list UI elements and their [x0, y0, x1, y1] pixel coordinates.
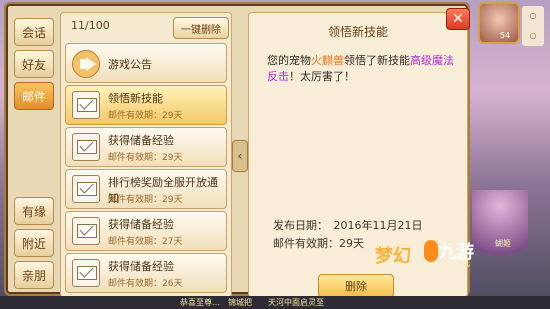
mail-validity: 邮件有效期：26天	[108, 279, 183, 289]
mail-title: 领悟新技能	[108, 92, 163, 105]
close-icon[interactable]: ✕	[446, 8, 470, 30]
delete-all-button[interactable]: 一键删除	[173, 17, 229, 39]
mail-item-rank-reward[interactable]: 排行榜奖励全服开放通知 邮件有效期：29天	[65, 169, 227, 209]
delete-button[interactable]: 删除	[318, 274, 394, 298]
tab-chat[interactable]: 会话	[14, 18, 54, 46]
pet-name: 火麒兽	[311, 54, 344, 67]
side-tabs: 会话 好友 邮件 有缘 附近 亲朋	[14, 12, 54, 296]
body-mid: 领悟了新技能	[344, 54, 410, 67]
tab-relatives[interactable]: 亲朋	[14, 261, 54, 289]
mail-item-new-skill[interactable]: 领悟新技能 邮件有效期：29天	[65, 85, 227, 125]
player-level: 54	[500, 31, 511, 40]
mail-item-exp-3[interactable]: 获得储备经验 邮件有效期：26天	[65, 253, 227, 293]
mail-validity: 邮件有效期：29天	[108, 153, 183, 163]
body-suffix: ！太厉害了！	[289, 70, 355, 83]
system-message-bar: 恭喜至尊… 锦城把 天河中面启灵至	[0, 296, 550, 309]
mail-list: 11/100 一键删除 游戏公告 领悟新技能 邮件有效期：29天 获得储备经验 …	[60, 12, 232, 298]
envelope-icon	[72, 175, 100, 203]
mail-title: 获得储备经验	[108, 218, 174, 231]
mail-validity: 邮件有效期：29天	[108, 195, 183, 205]
megaphone-icon	[72, 50, 100, 78]
detail-validity: 邮件有效期：29天	[273, 237, 364, 250]
detail-body: 您的宠物火麒兽领悟了新技能高级魔法反击！太厉害了！	[267, 53, 457, 85]
mail-count: 11/100	[71, 19, 110, 32]
mail-item-exp-2[interactable]: 获得储备经验 邮件有效期：27天	[65, 211, 227, 251]
mail-validity: 邮件有效期：29天	[108, 111, 183, 121]
envelope-icon	[72, 133, 100, 161]
site-logo: 九游	[438, 242, 474, 263]
mail-title: 获得储备经验	[108, 134, 174, 147]
body-prefix: 您的宠物	[267, 54, 311, 67]
tab-mail[interactable]: 邮件	[14, 82, 54, 110]
player-avatar[interactable]	[478, 2, 520, 44]
mail-item-exp-1[interactable]: 获得储备经验 邮件有效期：29天	[65, 127, 227, 167]
tab-nearby[interactable]: 附近	[14, 229, 54, 257]
detail-title: 领悟新技能	[327, 25, 388, 39]
tab-fate[interactable]: 有缘	[14, 197, 54, 225]
envelope-icon	[72, 91, 100, 119]
envelope-icon	[72, 217, 100, 245]
tab-friends[interactable]: 好友	[14, 50, 54, 78]
game-logo: 梦幻	[375, 246, 411, 267]
character-name: 蝴姬	[495, 239, 511, 248]
mail-validity: 邮件有效期：27天	[108, 237, 183, 247]
send-date: 发布日期： 2016年11月21日	[273, 219, 423, 232]
status-widget[interactable]: ○ ○	[522, 6, 544, 46]
mail-item-announcement[interactable]: 游戏公告	[65, 43, 227, 83]
collapse-arrow-icon[interactable]: ‹	[232, 140, 248, 172]
mail-title: 游戏公告	[108, 58, 152, 71]
mascot-icon	[424, 240, 438, 262]
character-sprite	[472, 190, 528, 270]
mail-title: 获得储备经验	[108, 260, 174, 273]
envelope-icon	[72, 259, 100, 287]
